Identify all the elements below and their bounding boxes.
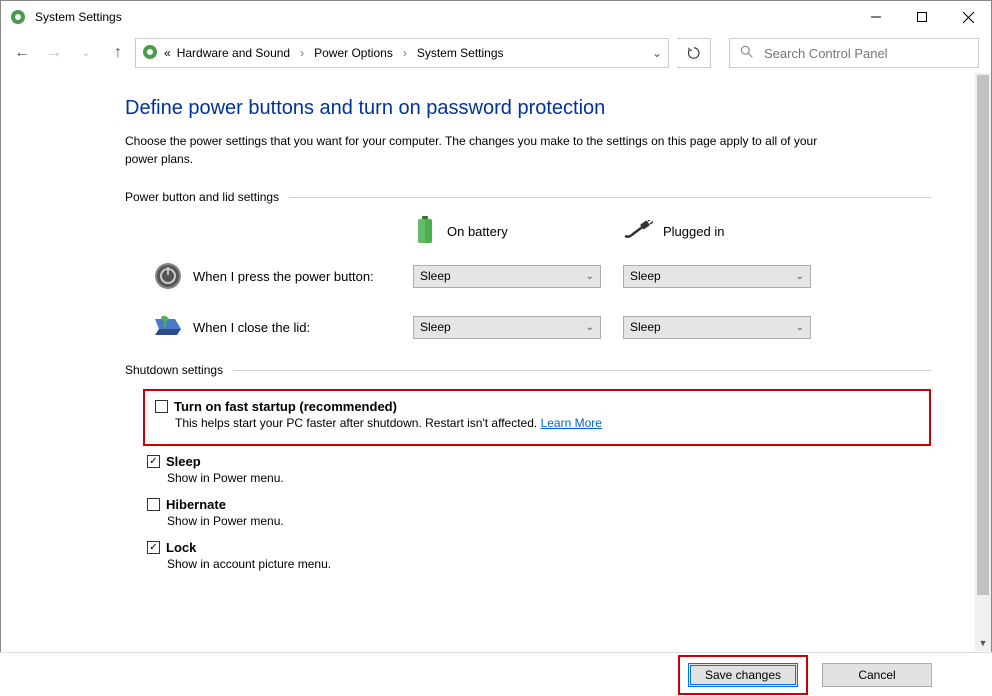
- recent-dropdown[interactable]: ⌄: [77, 44, 95, 62]
- search-icon: [740, 45, 754, 62]
- chevron-down-icon: ⌄: [586, 271, 594, 282]
- close-button[interactable]: [945, 1, 991, 33]
- toolbar: ← → ⌄ ↑ « Hardware and Sound › Power Opt…: [1, 33, 991, 73]
- plug-icon: [623, 220, 653, 243]
- sleep-title: Sleep: [166, 454, 201, 469]
- hibernate-title: Hibernate: [166, 497, 226, 512]
- fast-startup-checkbox[interactable]: [155, 400, 168, 413]
- lock-title: Lock: [166, 540, 196, 555]
- hibernate-desc: Show in Power menu.: [147, 514, 927, 528]
- window-title: System Settings: [35, 10, 122, 24]
- scroll-thumb[interactable]: [977, 75, 989, 595]
- forward-button[interactable]: →: [45, 44, 63, 62]
- chevron-down-icon: ⌄: [586, 322, 594, 333]
- section-shutdown: Shutdown settings: [125, 363, 223, 377]
- sleep-checkbox[interactable]: ✓: [147, 455, 160, 468]
- breadcrumb-separator: ›: [403, 46, 407, 60]
- page-description: Choose the power settings that you want …: [125, 132, 835, 168]
- address-icon: [142, 44, 158, 63]
- search-input[interactable]: [764, 46, 968, 61]
- footer: Save changes Cancel: [0, 652, 992, 696]
- lid-label: When I close the lid:: [193, 320, 413, 335]
- back-button[interactable]: ←: [13, 44, 31, 62]
- app-icon: [9, 8, 27, 26]
- lid-icon: [143, 315, 193, 339]
- scroll-down-icon[interactable]: ▼: [975, 635, 991, 651]
- minimize-button[interactable]: [853, 1, 899, 33]
- breadcrumb-hardware[interactable]: Hardware and Sound: [177, 46, 290, 60]
- col-battery-label: On battery: [447, 224, 508, 239]
- lid-plugged-dropdown[interactable]: Sleep ⌄: [623, 316, 811, 339]
- power-button-icon: [143, 261, 193, 291]
- address-bar[interactable]: « Hardware and Sound › Power Options › S…: [135, 38, 669, 68]
- highlight-save: Save changes: [678, 655, 808, 695]
- page-title: Define power buttons and turn on passwor…: [125, 97, 931, 120]
- fast-startup-desc: This helps start your PC faster after sh…: [155, 416, 919, 430]
- breadcrumb-power[interactable]: Power Options: [314, 46, 393, 60]
- sleep-desc: Show in Power menu.: [147, 471, 927, 485]
- content-area: Define power buttons and turn on passwor…: [1, 73, 991, 651]
- titlebar: System Settings: [1, 1, 991, 33]
- save-button[interactable]: Save changes: [688, 663, 798, 687]
- highlight-fast-startup: Turn on fast startup (recommended) This …: [143, 389, 931, 446]
- battery-icon: [413, 216, 437, 247]
- breadcrumb-separator: ›: [300, 46, 304, 60]
- lock-checkbox[interactable]: ✓: [147, 541, 160, 554]
- divider: [233, 370, 931, 371]
- maximize-button[interactable]: [899, 1, 945, 33]
- hibernate-checkbox[interactable]: [147, 498, 160, 511]
- col-plugged-label: Plugged in: [663, 224, 724, 239]
- section-power-lid: Power button and lid settings: [125, 190, 279, 204]
- fast-startup-title: Turn on fast startup (recommended): [174, 399, 397, 414]
- power-button-label: When I press the power button:: [193, 269, 413, 284]
- search-box[interactable]: [729, 38, 979, 68]
- scrollbar[interactable]: ▲ ▼: [975, 73, 991, 651]
- learn-more-link[interactable]: Learn More: [541, 416, 602, 430]
- lid-battery-dropdown[interactable]: Sleep ⌄: [413, 316, 601, 339]
- chevron-down-icon: ⌄: [796, 271, 804, 282]
- lock-desc: Show in account picture menu.: [147, 557, 927, 571]
- cancel-button[interactable]: Cancel: [822, 663, 932, 687]
- up-button[interactable]: ↑: [109, 44, 127, 62]
- chevron-down-icon: ⌄: [796, 322, 804, 333]
- refresh-button[interactable]: [677, 38, 711, 68]
- power-button-plugged-dropdown[interactable]: Sleep ⌄: [623, 265, 811, 288]
- breadcrumb-system[interactable]: System Settings: [417, 46, 504, 60]
- power-button-battery-dropdown[interactable]: Sleep ⌄: [413, 265, 601, 288]
- breadcrumb-prefix: «: [164, 46, 171, 60]
- divider: [289, 197, 931, 198]
- address-dropdown[interactable]: ⌄: [652, 46, 662, 60]
